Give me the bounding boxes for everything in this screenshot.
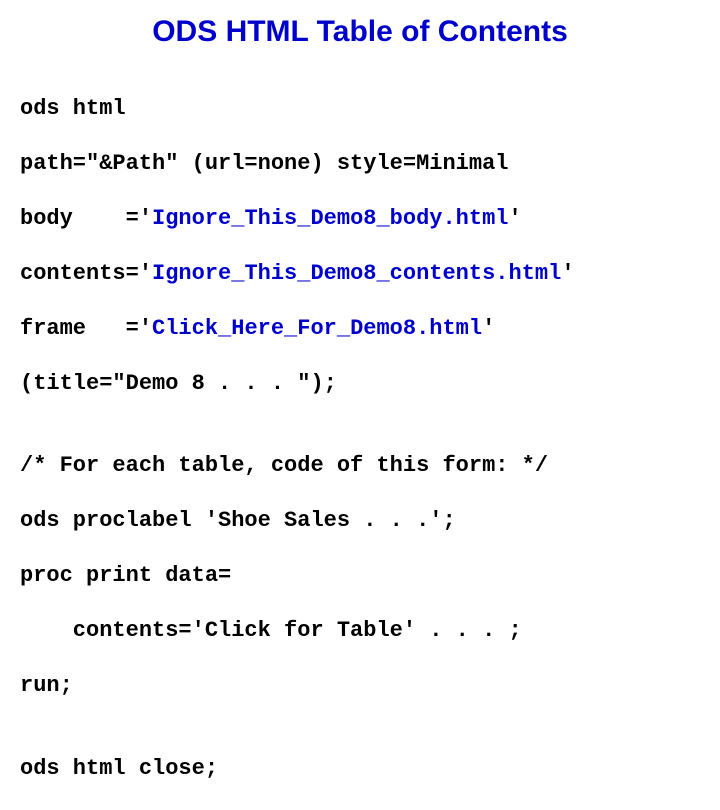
- code-line-14: ods html close;: [20, 755, 700, 783]
- code-line-3c: ': [509, 206, 522, 231]
- code-line-4b: Ignore_This_Demo8_contents.html: [152, 261, 561, 286]
- code-line-10: proc print data=: [20, 562, 700, 590]
- code-line-5c: ': [482, 316, 495, 341]
- code-line-11: contents='Click for Table' . . . ;: [20, 617, 700, 645]
- code-line-3: body ='Ignore_This_Demo8_body.html': [20, 205, 700, 233]
- code-line-1: ods html: [20, 95, 700, 123]
- code-line-5b: Click_Here_For_Demo8.html: [152, 316, 482, 341]
- code-line-9: ods proclabel 'Shoe Sales . . .';: [20, 507, 700, 535]
- code-line-3b: Ignore_This_Demo8_body.html: [152, 206, 508, 231]
- code-line-5: frame ='Click_Here_For_Demo8.html': [20, 315, 700, 343]
- code-line-4c: ': [561, 261, 574, 286]
- code-line-12: run;: [20, 672, 700, 700]
- code-line-4: contents='Ignore_This_Demo8_contents.htm…: [20, 260, 700, 288]
- page-title: ODS HTML Table of Contents: [70, 15, 650, 49]
- code-line-2: path="&Path" (url=none) style=Minimal: [20, 150, 700, 178]
- code-line-3a: body =': [20, 206, 152, 231]
- code-line-4a: contents=': [20, 261, 152, 286]
- code-line-8: /* For each table, code of this form: */: [20, 452, 700, 480]
- code-line-5a: frame =': [20, 316, 152, 341]
- code-line-6: (title="Demo 8 . . . ");: [20, 370, 700, 398]
- code-block: ods html path="&Path" (url=none) style=M…: [20, 67, 700, 810]
